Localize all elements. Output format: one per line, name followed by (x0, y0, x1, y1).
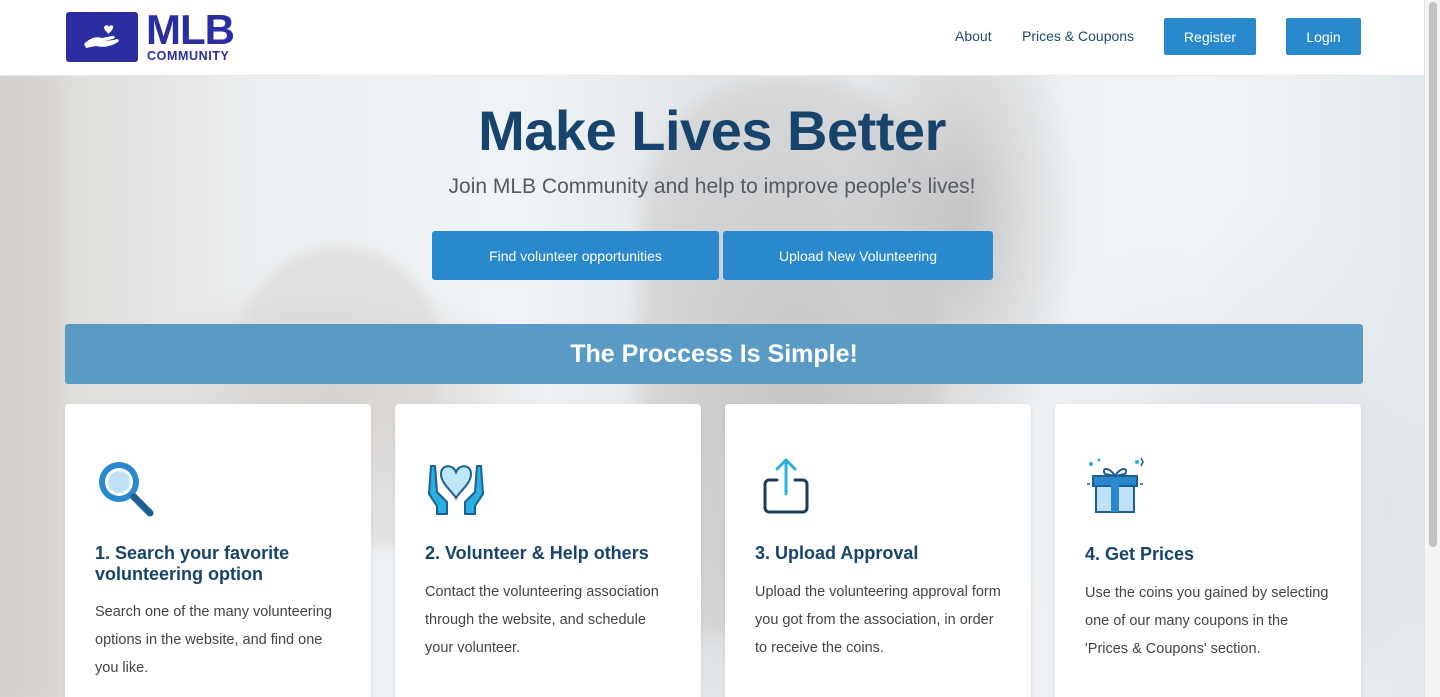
step-description: Search one of the many volunteering opti… (95, 604, 332, 676)
step-title: 1. Search your favorite volunteering opt… (95, 543, 290, 584)
upload-new-volunteering-button[interactable]: Upload New Volunteering (723, 231, 993, 280)
step-description: Use the coins you gained by selecting on… (1085, 585, 1329, 657)
login-button[interactable]: Login (1286, 18, 1361, 55)
hero-title: Make Lives Better (478, 99, 946, 162)
nav-prices-coupons-link[interactable]: Prices & Coupons (1022, 28, 1134, 44)
upload-icon (755, 456, 817, 518)
scrollbar-thumb[interactable] (1429, 2, 1437, 547)
hand-heart-icon (66, 12, 138, 62)
step-title: 2. Volunteer & Help others (425, 543, 649, 563)
register-button[interactable]: Register (1164, 18, 1256, 55)
step-title: 4. Get Prices (1085, 544, 1195, 564)
heart-hands-icon (425, 456, 487, 518)
hero-subtitle: Join MLB Community and help to improve p… (448, 175, 976, 198)
process-step-card: 2. Volunteer & Help others Contact the v… (395, 404, 701, 697)
gift-icon (1085, 456, 1147, 518)
process-step-card: 3. Upload Approval Upload the volunteeri… (725, 404, 1031, 697)
process-banner: The Proccess Is Simple! (65, 324, 1363, 384)
search-icon (95, 456, 157, 518)
site-header: MLB COMMUNITY About Prices & Coupons Reg… (0, 0, 1424, 76)
nav-about-link[interactable]: About (955, 28, 992, 44)
logo-subtext: COMMUNITY (147, 49, 230, 63)
step-description: Contact the volunteering association thr… (425, 584, 659, 656)
step-title: 3. Upload Approval (755, 543, 919, 563)
step-description: Upload the volunteering approval form yo… (755, 584, 1001, 656)
brand-logo[interactable]: MLB COMMUNITY (66, 6, 246, 64)
logo-wordmark: MLB (146, 6, 235, 53)
process-step-card: 4. Get Prices Use the coins you gained b… (1055, 404, 1361, 697)
page-scrollbar[interactable] (1424, 0, 1440, 697)
find-volunteer-opportunities-button[interactable]: Find volunteer opportunities (432, 231, 719, 280)
process-step-card: 1. Search your favorite volunteering opt… (65, 404, 371, 697)
